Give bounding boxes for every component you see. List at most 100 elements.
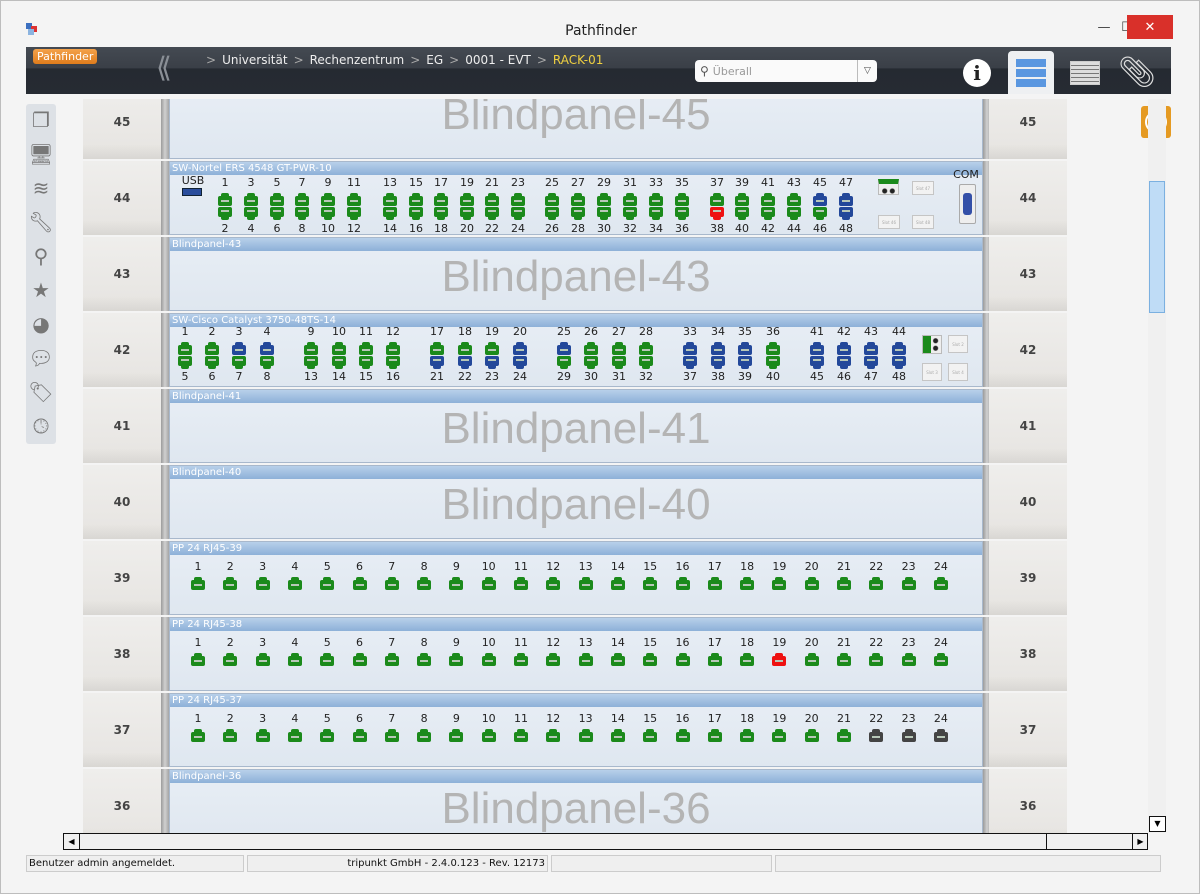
brand-badge[interactable]: Pathfinder: [33, 49, 98, 64]
objects-icon[interactable]: ❐: [28, 107, 54, 133]
port-icon[interactable]: [430, 342, 444, 355]
sfp-module-icon[interactable]: [878, 179, 899, 195]
port-icon[interactable]: [675, 207, 689, 220]
port-icon[interactable]: [511, 207, 525, 220]
port-icon[interactable]: [578, 577, 593, 590]
port-icon[interactable]: [772, 729, 787, 742]
port-icon[interactable]: [837, 653, 851, 666]
port-icon[interactable]: [460, 193, 474, 206]
port-icon[interactable]: [191, 653, 205, 666]
port-icon[interactable]: [710, 193, 724, 206]
port-icon[interactable]: [772, 653, 787, 666]
port-icon[interactable]: [417, 653, 432, 666]
port-icon[interactable]: [460, 207, 474, 220]
device-label[interactable]: Blindpanel-40: [170, 466, 982, 479]
port-icon[interactable]: [933, 577, 948, 590]
port-icon[interactable]: [295, 193, 309, 206]
breadcrumb-item[interactable]: Universität: [222, 53, 288, 67]
port-icon[interactable]: [675, 577, 690, 590]
port-icon[interactable]: [707, 653, 722, 666]
port-icon[interactable]: [597, 193, 611, 206]
port-icon[interactable]: [707, 729, 722, 742]
port-icon[interactable]: [514, 729, 528, 742]
port-icon[interactable]: [675, 729, 690, 742]
port-icon[interactable]: [711, 342, 725, 355]
port-icon[interactable]: [901, 729, 916, 742]
port-icon[interactable]: [761, 193, 775, 206]
patch-panel[interactable]: PP 24 RJ45-39 1 2 3 4 5 6 7 8 9 10 11 12 13 14 15 16 17 18…: [169, 541, 983, 615]
device-label[interactable]: PP 24 RJ45-37: [170, 694, 982, 707]
port-icon[interactable]: [260, 356, 274, 369]
port-icon[interactable]: [321, 193, 335, 206]
port-icon[interactable]: [244, 207, 258, 220]
port-icon[interactable]: [321, 207, 335, 220]
port-icon[interactable]: [557, 342, 571, 355]
port-icon[interactable]: [304, 342, 318, 355]
patch-panel[interactable]: PP 24 RJ45-38 1 2 3 4 5 6 7 8 9 10 11 12 13 14 15 16 17 18…: [169, 617, 983, 691]
port-icon[interactable]: [223, 729, 238, 742]
port-icon[interactable]: [901, 577, 916, 590]
port-icon[interactable]: [639, 342, 653, 355]
port-icon[interactable]: [804, 653, 819, 666]
port-icon[interactable]: [649, 193, 663, 206]
port-icon[interactable]: [738, 342, 752, 355]
port-icon[interactable]: [571, 193, 585, 206]
port-icon[interactable]: [839, 207, 853, 220]
port-icon[interactable]: [320, 653, 335, 666]
port-icon[interactable]: [584, 342, 598, 355]
port-icon[interactable]: [892, 356, 906, 369]
port-icon[interactable]: [244, 193, 258, 206]
breadcrumb-item[interactable]: EG: [426, 53, 443, 67]
tools-icon[interactable]: 🔧︎: [28, 209, 54, 235]
port-icon[interactable]: [546, 577, 561, 590]
port-icon[interactable]: [295, 207, 309, 220]
port-icon[interactable]: [232, 356, 246, 369]
port-icon[interactable]: [320, 577, 335, 590]
port-icon[interactable]: [839, 193, 853, 206]
patch-panel[interactable]: PP 24 RJ45-37 1 2 3 4 5 6 7 8 9 10 11 12 13 14 15 16 17 18…: [169, 693, 983, 767]
port-icon[interactable]: [485, 207, 499, 220]
device-label[interactable]: Blindpanel-43: [170, 238, 982, 251]
port-icon[interactable]: [449, 577, 464, 590]
layers-icon[interactable]: ≋: [28, 175, 54, 201]
port-icon[interactable]: [837, 342, 851, 355]
device-label[interactable]: SW-Nortel ERS 4548 GT-PWR-10: [170, 162, 982, 175]
port-icon[interactable]: [683, 342, 697, 355]
port-icon[interactable]: [735, 207, 749, 220]
port-icon[interactable]: [683, 356, 697, 369]
port-icon[interactable]: [386, 342, 400, 355]
search-icon[interactable]: ⚲: [28, 243, 54, 269]
port-icon[interactable]: [837, 356, 851, 369]
attachments-tab[interactable]: 📎︎: [1114, 51, 1160, 94]
port-icon[interactable]: [675, 653, 690, 666]
port-icon[interactable]: [260, 342, 274, 355]
port-icon[interactable]: [383, 193, 397, 206]
port-icon[interactable]: [191, 577, 205, 590]
port-icon[interactable]: [205, 356, 219, 369]
scroll-right-button[interactable]: ▶: [1132, 834, 1148, 849]
port-icon[interactable]: [359, 342, 373, 355]
switch[interactable]: SW-Nortel ERS 4548 GT-PWR-10 1 2 3 4 5 6 7 8 9 10 1…: [169, 161, 983, 235]
slot-3[interactable]: Slot 3: [922, 363, 942, 381]
breadcrumb-item[interactable]: 0001 - EVT: [465, 53, 531, 67]
port-icon[interactable]: [320, 729, 335, 742]
port-icon[interactable]: [612, 342, 626, 355]
blind-panel[interactable]: Blindpanel-36 Blindpanel-36: [169, 769, 983, 833]
port-icon[interactable]: [218, 207, 232, 220]
port-icon[interactable]: [270, 207, 284, 220]
port-icon[interactable]: [623, 207, 637, 220]
port-icon[interactable]: [710, 207, 724, 220]
vertical-scrollbar-thumb[interactable]: [1149, 181, 1165, 313]
port-icon[interactable]: [287, 653, 302, 666]
port-icon[interactable]: [205, 342, 219, 355]
computer-icon[interactable]: 🖥︎: [28, 141, 54, 167]
chart-icon[interactable]: ◕: [28, 311, 54, 337]
port-icon[interactable]: [545, 193, 559, 206]
horizontal-scrollbar[interactable]: ◀ ▶: [63, 833, 1148, 850]
port-icon[interactable]: [430, 356, 444, 369]
history-back-icon[interactable]: ⟨⟨: [156, 51, 172, 84]
sfp-module-icon[interactable]: [922, 335, 942, 354]
port-icon[interactable]: [740, 577, 755, 590]
device-label[interactable]: Blindpanel-41: [170, 390, 982, 403]
port-icon[interactable]: [869, 653, 884, 666]
